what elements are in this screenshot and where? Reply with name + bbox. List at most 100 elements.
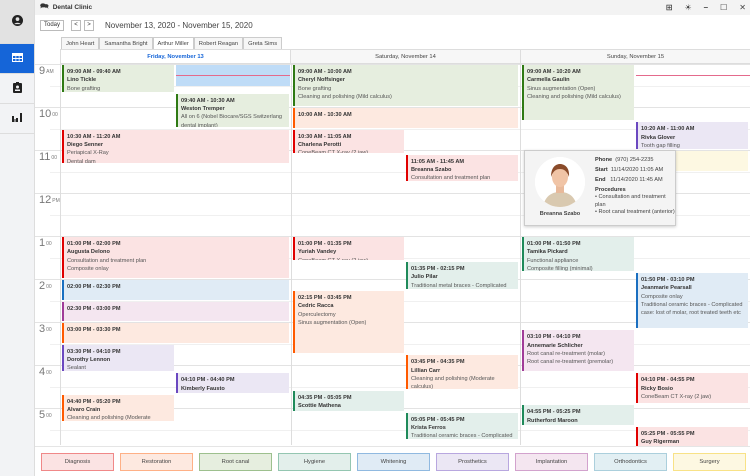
theme-icon[interactable]: ☀ bbox=[685, 3, 692, 12]
today-button[interactable]: Today bbox=[40, 19, 65, 31]
restore-layout-icon[interactable]: ⊞ bbox=[666, 3, 673, 12]
legend-orthodontics[interactable]: Orthodontics bbox=[594, 453, 667, 471]
resource-tab[interactable]: Robert Reagan bbox=[193, 37, 244, 49]
calendar-grid: 9AM 1000 1100 12PM 100 200 300 400 500 09:00 AM -… bbox=[35, 64, 750, 447]
time-label: 9AM bbox=[39, 65, 54, 77]
procedure: Root canal re-treatment (premolar) bbox=[527, 359, 614, 366]
resource-tab[interactable]: Greta Sims bbox=[243, 37, 283, 49]
legend-whitening[interactable]: Whitening bbox=[357, 453, 430, 471]
procedure: Bone grafting bbox=[67, 85, 101, 92]
resource-tab[interactable]: Samantha Bright bbox=[99, 37, 153, 49]
procedure-item: • Root canal treatment (anterior) bbox=[595, 209, 675, 215]
appointment[interactable]: 01:50 PM - 03:10 PM Jeanmarie Pearsall Com… bbox=[636, 272, 748, 329]
calendar-icon bbox=[11, 52, 23, 65]
appointment-time: 03:30 PM - 04:10 PM bbox=[67, 348, 121, 355]
procedure: Operculectomy bbox=[298, 311, 336, 318]
appointment[interactable]: 02:30 PM - 03:00 PM bbox=[62, 301, 289, 321]
maximize-button[interactable]: ☐ bbox=[720, 3, 727, 12]
end-value: 11/14/2020 11:45 AM bbox=[610, 177, 663, 183]
day-divider bbox=[520, 64, 521, 445]
procedure: Traditional ceramic braces - Complicated… bbox=[411, 433, 513, 440]
appointment[interactable]: 10:30 AM - 11:20 AM Diego Senner Periapica… bbox=[62, 129, 289, 164]
appointment-time: 11:05 AM - 11:45 AM bbox=[411, 158, 465, 165]
appointment[interactable]: 03:30 PM - 04:10 PM Dorothy Lennon Sealant bbox=[62, 344, 174, 372]
time-label: 500 bbox=[39, 409, 52, 421]
procedures-label: Procedures bbox=[595, 186, 626, 193]
procedure: Consultation and treatment plan bbox=[67, 257, 147, 264]
legend-surgery[interactable]: Surgery bbox=[673, 453, 746, 471]
appointment[interactable]: 05:25 PM - 05:55 PMGuy RigermanBlood tes… bbox=[636, 426, 748, 447]
appointment-time: 04:40 PM - 05:20 PM bbox=[67, 398, 121, 405]
user-icon bbox=[11, 14, 23, 29]
appointment[interactable]: 09:00 AM - 10:20 AM Carmella Gaulin Sinus … bbox=[522, 65, 634, 121]
appointment[interactable]: 10:00 AM - 10:30 AM bbox=[293, 108, 518, 128]
legend-hygiene[interactable]: Hygiene bbox=[278, 453, 351, 471]
sidebar-item-calendar[interactable] bbox=[0, 44, 34, 74]
patient-name: Krista Ferros bbox=[411, 424, 446, 431]
appointment[interactable]: 09:00 AM - 09:40 AM Lino Tickle Bone graft… bbox=[62, 65, 174, 92]
sidebar-item-doctors[interactable] bbox=[0, 74, 34, 104]
procedure: Composite filling (minimal) bbox=[527, 266, 593, 271]
patient-name: Lillian Carr bbox=[411, 367, 441, 374]
patient-name: Breanna Szabo bbox=[411, 166, 452, 173]
minimize-button[interactable]: – bbox=[704, 3, 708, 12]
procedure: Sealant bbox=[67, 365, 86, 372]
procedure: Bone grafting bbox=[298, 85, 332, 92]
patient-name: Cheryl Noffsinger bbox=[298, 77, 345, 84]
procedure: ConeBeam CT X-ray (2 jaw) bbox=[641, 393, 712, 400]
procedure: Composite onlay bbox=[67, 266, 109, 273]
patient-name: Scottie Mathena bbox=[298, 403, 341, 410]
title-bar: 🗪 Dental Clinic ⊞ ☀ – ☐ ✕ bbox=[35, 0, 750, 15]
procedure: Consultation and treatment plan bbox=[411, 175, 491, 182]
appointment[interactable]: 03:10 PM - 04:10 PM Annemarie Schlicher Ro… bbox=[522, 330, 634, 372]
appointment[interactable]: 09:40 AM - 10:30 AM Weston Tremper All on … bbox=[176, 93, 289, 128]
current-time-indicator bbox=[176, 74, 290, 76]
patient-name: Dorothy Lennon bbox=[67, 356, 111, 363]
appointment[interactable]: 02:15 PM - 03:45 PM Cedric Racca Operculec… bbox=[293, 290, 404, 354]
prev-button[interactable]: < bbox=[71, 19, 82, 31]
patient-name: Yuriah Vandey bbox=[298, 249, 337, 256]
legend-prosthetics[interactable]: Prosthetics bbox=[436, 453, 509, 471]
phone-label: Phone bbox=[595, 157, 613, 163]
end-label: End bbox=[595, 177, 606, 183]
legend-diagnosis[interactable]: Diagnosis bbox=[41, 453, 114, 471]
appointment[interactable]: 09:00 AM - 10:00 AM Cheryl Noffsinger Bone… bbox=[293, 65, 518, 106]
procedure: Tooth gap filling bbox=[641, 143, 680, 149]
appointment[interactable]: 05:05 PM - 05:45 PM Krista Ferros Traditio… bbox=[406, 412, 518, 440]
appointment[interactable]: 04:55 PM - 05:25 PMRutherford MaroonTrad… bbox=[522, 405, 634, 425]
toolbar: Today < > November 13, 2020 - November 1… bbox=[40, 19, 253, 31]
appointment-time: 10:20 AM - 11:00 AM bbox=[641, 126, 695, 133]
appointment[interactable]: 02:00 PM - 02:30 PM bbox=[62, 280, 289, 300]
legend-implantation[interactable]: Implantation bbox=[515, 453, 588, 471]
hour-suffix: 00 bbox=[52, 112, 58, 118]
app-icon: 🗪 bbox=[40, 3, 49, 10]
legend-rootcanal[interactable]: Root canal bbox=[199, 453, 272, 471]
resource-tab[interactable]: Arthur Miller bbox=[152, 37, 194, 49]
appointment[interactable]: 04:10 PM - 04:40 PMKimberly FaustoCosmet… bbox=[176, 373, 289, 393]
appointment[interactable]: 10:30 AM - 11:05 AMCharlena PerottiConeB… bbox=[293, 129, 404, 153]
day-header: Saturday, November 14 bbox=[290, 50, 520, 63]
appointment[interactable]: 03:45 PM - 04:35 PM Lillian Carr Cleaning … bbox=[406, 355, 518, 390]
appointment[interactable]: 04:40 PM - 05:20 PM Alvaro Crain Cleaning … bbox=[62, 394, 174, 422]
appointment[interactable]: 01:00 PM - 02:00 PM Augusta Delono Consult… bbox=[62, 237, 289, 278]
appointment[interactable]: 10:20 AM - 11:00 AM Rivka Glover Tooth gap… bbox=[636, 122, 748, 149]
appointment[interactable]: 04:35 PM - 05:05 PMScottie MathenaTradit… bbox=[293, 391, 404, 411]
appointment-time: 01:00 PM - 01:50 PM bbox=[527, 241, 581, 247]
procedure: Cleaning and polishing (Mild calculus) bbox=[527, 94, 621, 101]
appointment[interactable]: 01:00 PM - 01:35 PM Yuriah VandeyConeBeam… bbox=[293, 237, 404, 261]
appointment[interactable]: 01:00 PM - 01:50 PM Tamika Pickard Functio… bbox=[522, 237, 634, 271]
appointment-time: 04:55 PM - 05:25 PM bbox=[527, 409, 581, 416]
day-header: Sunday, November 15 bbox=[520, 50, 750, 63]
sidebar-item-patients[interactable] bbox=[0, 0, 34, 44]
resource-tab[interactable]: John Heart bbox=[61, 37, 100, 49]
badge-icon bbox=[12, 81, 22, 96]
sidebar-item-reports[interactable] bbox=[0, 104, 34, 134]
legend-restoration[interactable]: Restoration bbox=[120, 453, 193, 471]
close-button[interactable]: ✕ bbox=[739, 3, 746, 12]
time-label: 400 bbox=[39, 366, 52, 378]
appointment[interactable]: 01:35 PM - 02:15 PM Julio Pilar Traditiona… bbox=[406, 262, 518, 289]
next-button[interactable]: > bbox=[84, 19, 95, 31]
appointment[interactable]: 03:00 PM - 03:30 PM bbox=[62, 323, 289, 343]
appointment[interactable]: 04:10 PM - 04:55 PM Ricky Bosio ConeBeam C… bbox=[636, 373, 748, 404]
appointment[interactable]: 11:05 AM - 11:45 AM Breanna Szabo Consulta… bbox=[406, 154, 518, 182]
